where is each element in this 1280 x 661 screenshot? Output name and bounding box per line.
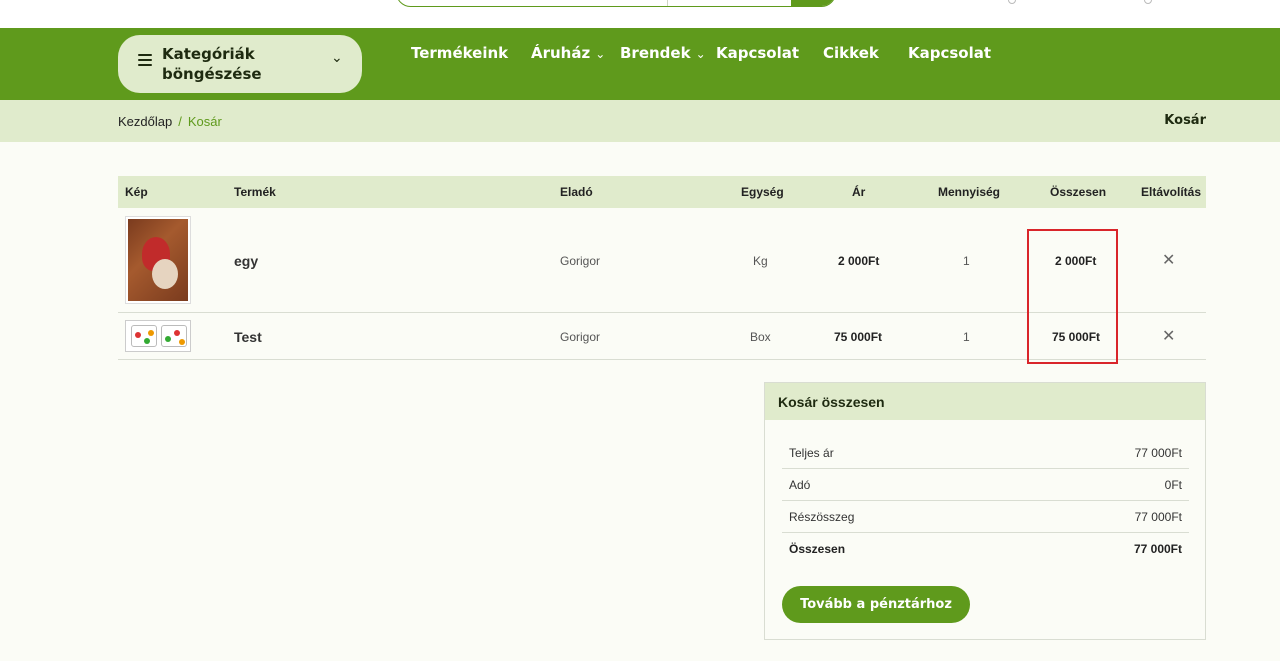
product-name[interactable]: Test xyxy=(234,329,262,345)
breadcrumb-home[interactable]: Kezdőlap xyxy=(118,114,172,129)
account-icon[interactable] xyxy=(1008,0,1016,4)
product-price: 2 000Ft xyxy=(838,254,880,268)
product-seller: Gorigor xyxy=(560,254,601,268)
breadcrumb-current: Kosár xyxy=(187,114,222,129)
header-remove: Eltávolítás xyxy=(1141,185,1202,199)
table-header: Kép Termék Eladó Egység Ár Mennyiség Öss… xyxy=(118,176,1206,208)
header-seller: Eladó xyxy=(560,185,593,199)
nav-item-products[interactable]: Termékeink xyxy=(411,44,508,62)
totals-row: Adó 0Ft xyxy=(782,469,1189,501)
product-image[interactable] xyxy=(125,320,191,352)
totals-label: Összesen xyxy=(789,542,846,556)
totals-label: Részösszeg xyxy=(789,510,855,524)
product-seller: Gorigor xyxy=(560,330,601,344)
totals-label: Teljes ár xyxy=(789,446,834,460)
checkout-button[interactable]: Tovább a pénztárhoz xyxy=(782,586,970,623)
header-quantity: Mennyiség xyxy=(938,185,1001,199)
highlight-box xyxy=(1027,229,1118,364)
search-divider xyxy=(667,0,668,6)
nav-item-contact-2[interactable]: Kapcsolat xyxy=(908,44,991,62)
hamburger-icon xyxy=(138,54,152,66)
chevron-down-icon: ⌄ xyxy=(595,47,606,61)
product-quantity[interactable]: 1 xyxy=(963,330,970,344)
nav-item-store[interactable]: Áruház ⌄ xyxy=(531,44,605,62)
close-icon[interactable]: ✕ xyxy=(1162,250,1175,270)
breadcrumb: Kezdőlap / Kosár xyxy=(118,114,222,129)
categories-label: Kategóriák böngészése xyxy=(162,45,262,83)
header-image: Kép xyxy=(125,185,148,199)
header-price: Ár xyxy=(852,185,866,199)
nav-item-contact[interactable]: Kapcsolat xyxy=(716,44,799,62)
main-nav: Kategóriák böngészése ⌄ Termékeink Áruhá… xyxy=(0,28,1280,100)
product-unit: Box xyxy=(750,330,771,344)
cart-icon[interactable] xyxy=(1144,0,1152,4)
totals-value: 77 000Ft xyxy=(1134,510,1182,524)
totals-label: Adó xyxy=(789,478,811,492)
totals-row: Részösszeg 77 000Ft xyxy=(782,501,1189,533)
header-total: Összesen xyxy=(1050,185,1107,199)
product-quantity[interactable]: 1 xyxy=(963,254,970,268)
totals-header: Kosár összesen xyxy=(765,383,1205,420)
totals-row: Teljes ár 77 000Ft xyxy=(782,437,1189,469)
search-button[interactable] xyxy=(791,0,835,6)
cart-totals: Kosár összesen Teljes ár 77 000Ft Adó 0F… xyxy=(764,382,1206,640)
totals-row-grand: Összesen 77 000Ft xyxy=(782,533,1189,565)
nav-item-articles[interactable]: Cikkek xyxy=(823,44,879,62)
categories-button[interactable]: Kategóriák böngészése ⌄ xyxy=(118,35,362,93)
totals-value: 77 000Ft xyxy=(1133,542,1182,556)
product-price: 75 000Ft xyxy=(834,330,883,344)
page-title: Kosár xyxy=(1164,113,1206,128)
breadcrumb-separator: / xyxy=(178,114,182,129)
totals-value: 77 000Ft xyxy=(1134,446,1182,460)
breadcrumb-bar: Kezdőlap / Kosár Kosár xyxy=(0,100,1280,142)
header-unit: Egység xyxy=(741,185,784,199)
chevron-down-icon: ⌄ xyxy=(695,47,706,61)
top-bar xyxy=(0,0,1280,28)
chevron-down-icon: ⌄ xyxy=(331,49,343,65)
close-icon[interactable]: ✕ xyxy=(1162,326,1175,346)
totals-value: 0Ft xyxy=(1164,478,1182,492)
search-bar[interactable] xyxy=(396,0,836,7)
totals-title: Kosár összesen xyxy=(778,394,885,410)
product-name[interactable]: egy xyxy=(234,253,258,269)
product-image[interactable] xyxy=(125,216,191,304)
product-unit: Kg xyxy=(753,254,768,268)
header-product: Termék xyxy=(234,185,276,199)
nav-item-brands[interactable]: Brendek ⌄ xyxy=(620,44,706,62)
